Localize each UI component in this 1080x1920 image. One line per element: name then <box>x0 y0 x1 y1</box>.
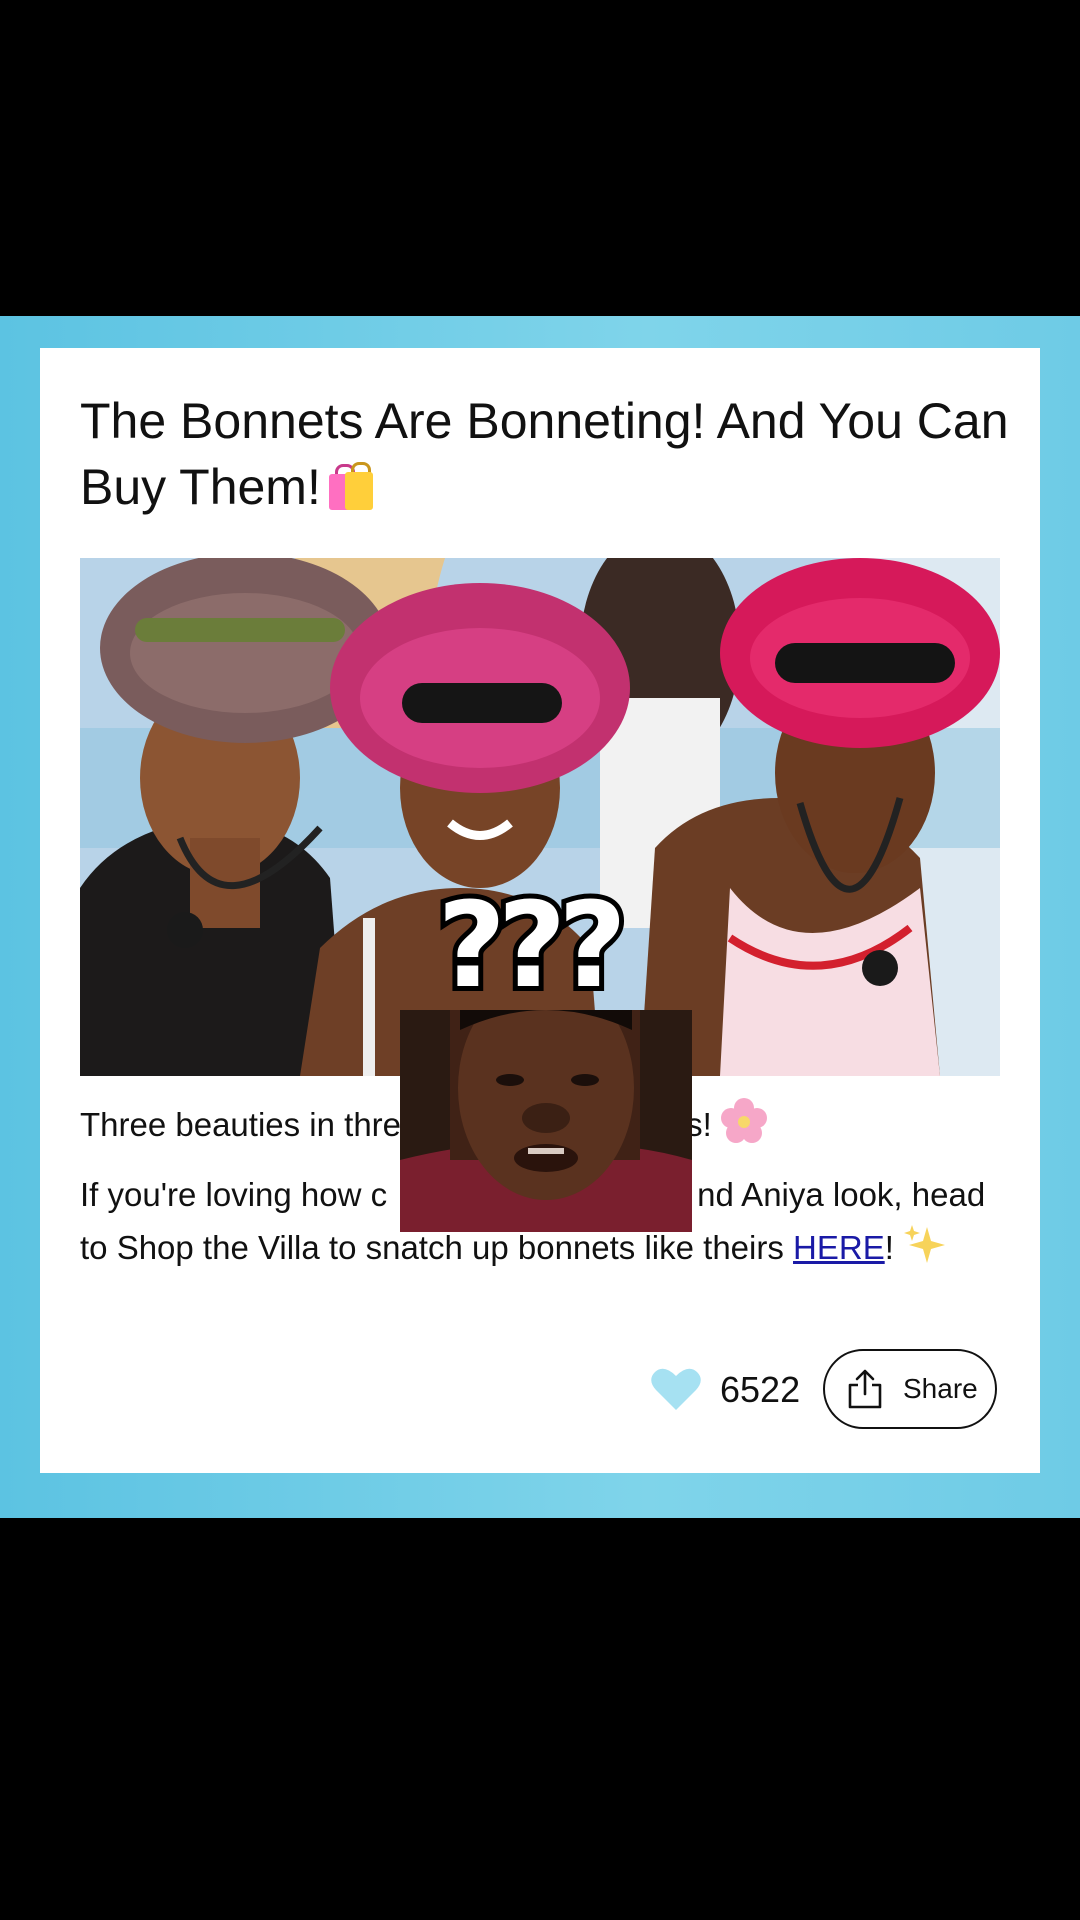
shop-here-link[interactable]: HERE <box>793 1229 885 1266</box>
article-title: The Bonnets Are Bonneting! And You Can B… <box>80 388 1010 520</box>
like-count: 6522 <box>720 1369 801 1410</box>
sparkles-icon <box>903 1223 947 1282</box>
link-exclamation: ! <box>884 1229 894 1266</box>
cherry-blossom-icon <box>720 1098 767 1159</box>
heart-icon[interactable] <box>651 1366 701 1412</box>
reaction-face-overlay <box>400 1010 692 1232</box>
share-label: Share <box>903 1373 978 1404</box>
article-title-text: The Bonnets Are Bonneting! And You Can B… <box>80 393 1009 515</box>
body-text-line2: to Shop the Villa to snatch up bonnets l… <box>80 1229 794 1266</box>
question-marks-overlay: ??? <box>432 875 631 1015</box>
share-icon <box>845 1368 885 1410</box>
share-button[interactable]: Share <box>823 1349 997 1429</box>
caption-text-left: Three beauties in three b <box>80 1106 447 1143</box>
shopping-bags-icon <box>328 462 373 510</box>
body-text-line1-right: nd Aniya look, head <box>697 1176 986 1213</box>
body-text-line1-left: If you're loving how c <box>80 1176 388 1213</box>
